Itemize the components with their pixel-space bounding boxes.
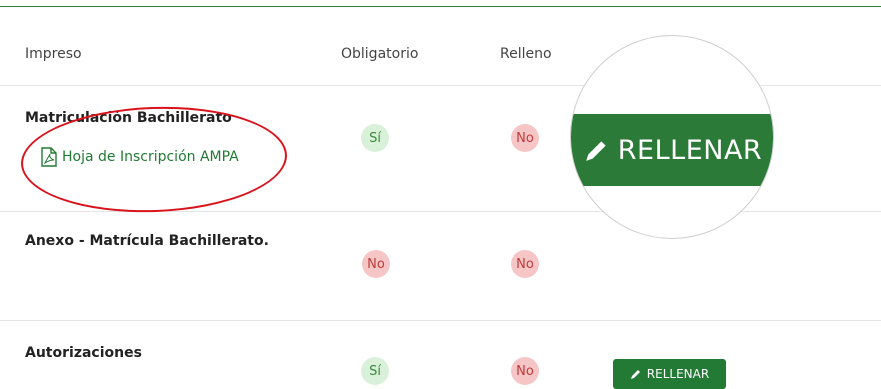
column-header-required: Obligatorio [341, 46, 419, 62]
fill-form-button-zoomed[interactable]: RELLENAR [571, 114, 773, 186]
filled-badge: No [511, 250, 539, 278]
fill-form-button-label: RELLENAR [646, 367, 710, 381]
form-name-matriculacion: Matriculación Bachillerato [25, 110, 232, 126]
form-name-autorizaciones: Autorizaciones [25, 345, 142, 361]
document-link-ampa[interactable]: Hoja de Inscripción AMPA [40, 147, 239, 167]
form-name-anexo: Anexo - Matrícula Bachillerato. [25, 233, 269, 249]
row-divider [0, 211, 881, 212]
filled-badge: No [511, 357, 539, 385]
column-header-form: Impreso [25, 46, 82, 62]
column-header-filled: Relleno [500, 46, 552, 62]
required-badge: Sí [361, 357, 389, 385]
document-link-label: Hoja de Inscripción AMPA [62, 149, 239, 165]
row-divider [0, 320, 881, 321]
required-badge: No [362, 250, 390, 278]
pencil-icon [585, 141, 606, 161]
filled-badge: No [511, 124, 539, 152]
pdf-file-icon [41, 147, 57, 167]
magnifier-callout: RELLENAR [570, 35, 774, 239]
fill-form-button[interactable]: RELLENAR [613, 359, 726, 389]
fill-form-button-zoomed-label: RELLENAR [617, 134, 763, 166]
required-badge: Sí [361, 124, 389, 152]
top-divider [0, 6, 881, 7]
pencil-icon [630, 370, 640, 379]
